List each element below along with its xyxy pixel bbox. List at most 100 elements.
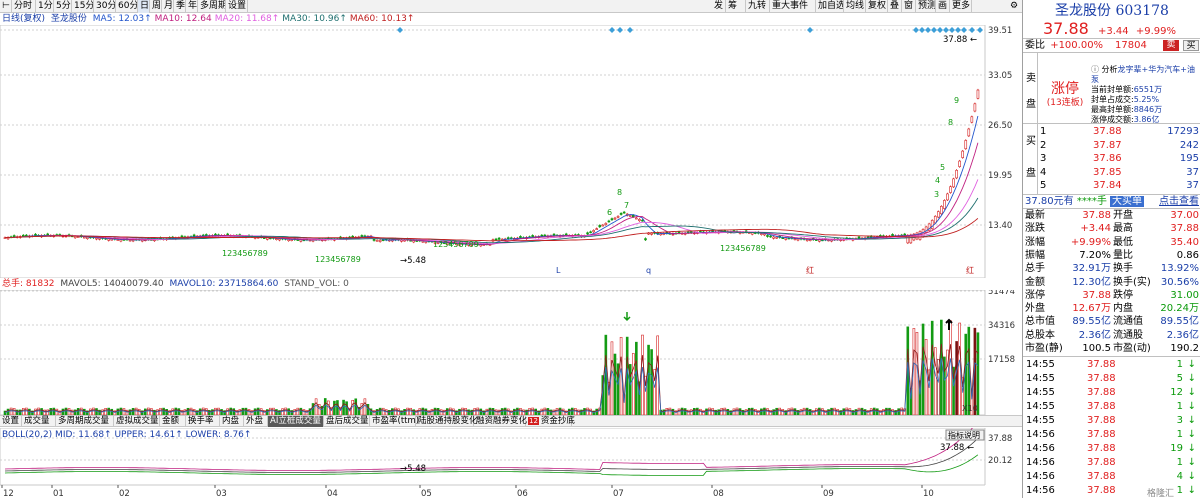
indicator-tab-9[interactable]: 盘后成交量 [324, 416, 370, 427]
period-tab-9[interactable]: 季 [174, 0, 186, 13]
indicator-tab-5[interactable]: 换手率 [186, 416, 220, 427]
toolbar-button-7[interactable]: 叠 [888, 0, 902, 13]
toolbar-button-2[interactable]: 九转 [746, 0, 770, 13]
toolbar-button-3[interactable]: 重大事件 [770, 0, 816, 13]
volume-bar [104, 408, 107, 415]
stat-label: 最高 [1113, 223, 1133, 235]
period-tab-7[interactable]: 周 [150, 0, 162, 13]
indicator-tab-10[interactable]: 市盈率(ttm) [370, 416, 420, 427]
toolbar-button-5[interactable]: 均线 [844, 0, 866, 13]
candle-body [973, 103, 977, 112]
indicator-tab-6[interactable]: 内盘 [220, 416, 244, 427]
volume-bar [448, 407, 452, 415]
toolbar-button-0[interactable]: 发 [712, 0, 726, 13]
volume-bar [750, 407, 754, 415]
seal-line-label: 封单占成交: [1091, 95, 1134, 104]
period-tab-10[interactable]: 年 [186, 0, 198, 13]
period-tab-12[interactable]: 设置 [226, 0, 248, 13]
weibi-diff: 17804 [1115, 40, 1147, 51]
indicator-tab-1[interactable]: 成交量 [22, 416, 56, 427]
volume-bar [833, 407, 836, 415]
period-tab-6[interactable]: 日 [138, 0, 150, 13]
indicator-tab-3[interactable]: 虚拟成交量 [114, 416, 160, 427]
toolbar-button-10[interactable]: 画 [936, 0, 950, 13]
toolbar-button-4[interactable]: 加自选 [816, 0, 844, 13]
toolbar-button-1[interactable]: 筹 [726, 0, 746, 13]
candle-body [958, 160, 961, 167]
toolbar-button-6[interactable]: 复权 [866, 0, 888, 13]
indicator-tab-7[interactable]: 外盘 [244, 416, 268, 427]
volume-bar [790, 407, 794, 415]
count-label: 123456789 [315, 255, 361, 264]
volume-legend: 总手: 81832 MAVOL5: 14040079.40 MAVOL10: 2… [2, 278, 352, 290]
buy-button[interactable]: 买 [1183, 40, 1199, 51]
toolbar-button-8[interactable]: 窗 [902, 0, 916, 13]
candle-body [519, 236, 522, 239]
volume-bar [516, 407, 519, 415]
volume-bar [464, 408, 467, 415]
sequence-tag: 6 [607, 208, 612, 217]
price-chart[interactable]: 39.51 33.05 26.50 19.95 13.40 37.88 ← →5.48 123… [0, 25, 1022, 278]
tick-price: 37.88 [1087, 373, 1116, 384]
stat-label: 总市值 [1025, 316, 1055, 328]
volume-bar [574, 408, 577, 415]
toolbar-left-icon[interactable]: ⊢ [0, 0, 12, 13]
period-tab-8[interactable]: 月 [162, 0, 174, 13]
candle-body [955, 170, 958, 179]
chart-marker: 红 [966, 265, 974, 275]
candle-body [278, 238, 281, 241]
indicator-tab-2[interactable]: 多周期成交量 [56, 416, 114, 427]
volume-bar [531, 407, 534, 415]
gear-icon[interactable]: ⚙ [1008, 0, 1022, 13]
indicator-tab-12[interactable]: 融资融券变化 [474, 416, 527, 427]
volume-bar [775, 407, 778, 415]
volume-bar [162, 407, 165, 415]
stock-title[interactable]: 圣龙股份 603178 [1023, 2, 1200, 20]
volume-bar [21, 408, 25, 415]
indicator-tab-11[interactable]: 陆股通持股变化 [416, 416, 478, 427]
period-tab-3[interactable]: 15分 [72, 0, 94, 13]
volume-chart[interactable]: 51474 34316 17158 X10 [0, 290, 1022, 415]
bid-row[interactable]: 3 37.86 195 [1023, 152, 1200, 165]
indicator-tab-label: 市盈率(ttm) [372, 416, 420, 426]
sell-button[interactable]: 卖 [1163, 40, 1179, 51]
candle-body [784, 237, 788, 240]
volume-bar [37, 407, 40, 415]
bid-row[interactable]: 4 37.85 37 [1023, 166, 1200, 179]
period-tab-1[interactable]: 1分 [36, 0, 54, 13]
check-link[interactable]: 点击查看 [1159, 195, 1199, 208]
candle-body [73, 236, 77, 239]
indicator-tab-13[interactable]: 12 资金抄底 [526, 416, 575, 427]
toolbar-button-11[interactable]: 更多 [950, 0, 972, 13]
bid-row[interactable]: 1 37.88 17293 [1023, 125, 1200, 138]
volume-bar [12, 408, 16, 415]
indicator-tab-0[interactable]: 设置 [0, 416, 22, 427]
volume-bar [586, 407, 589, 415]
candle-body [772, 236, 775, 239]
period-tab-2[interactable]: 5分 [54, 0, 72, 13]
stat-label: 内盘 [1113, 303, 1133, 315]
tick-row: 14:55 37.88 3 ↓ [1023, 414, 1200, 427]
candle-body [76, 236, 80, 238]
stat-value: 32.91万 [1072, 263, 1111, 275]
indicator-tab-4[interactable]: 金额 [160, 416, 186, 427]
bid-row[interactable]: 2 37.87 242 [1023, 139, 1200, 152]
period-tab-11[interactable]: 多周期 [198, 0, 226, 13]
candle-body [275, 238, 278, 240]
big-order-link[interactable]: 大买单 [1110, 196, 1145, 207]
volume-bar [9, 407, 13, 415]
candle-body [12, 235, 16, 238]
time-axis: 12 01 02 03 04 05 06 07 08 09 10 [0, 485, 985, 498]
indicator-tab-label: 外盘 [246, 416, 264, 426]
bid-volume: 242 [1179, 139, 1199, 151]
period-tab-4[interactable]: 30分 [94, 0, 116, 13]
period-tab-5[interactable]: 60分 [116, 0, 138, 13]
candle-body [287, 239, 290, 241]
indicator-tab-8[interactable]: AI立桩成交量 [268, 416, 324, 427]
toolbar-button-9[interactable]: 预测 [916, 0, 936, 13]
boll-chart[interactable]: 37.88 20.12 37.88 ← →5.48 指标说明 [0, 428, 1022, 485]
bid-row[interactable]: 5 37.84 37 [1023, 179, 1200, 192]
period-tab-0[interactable]: 分时 [12, 0, 36, 13]
current-price: 37.88 [1043, 19, 1089, 38]
volume-bar [186, 407, 190, 415]
